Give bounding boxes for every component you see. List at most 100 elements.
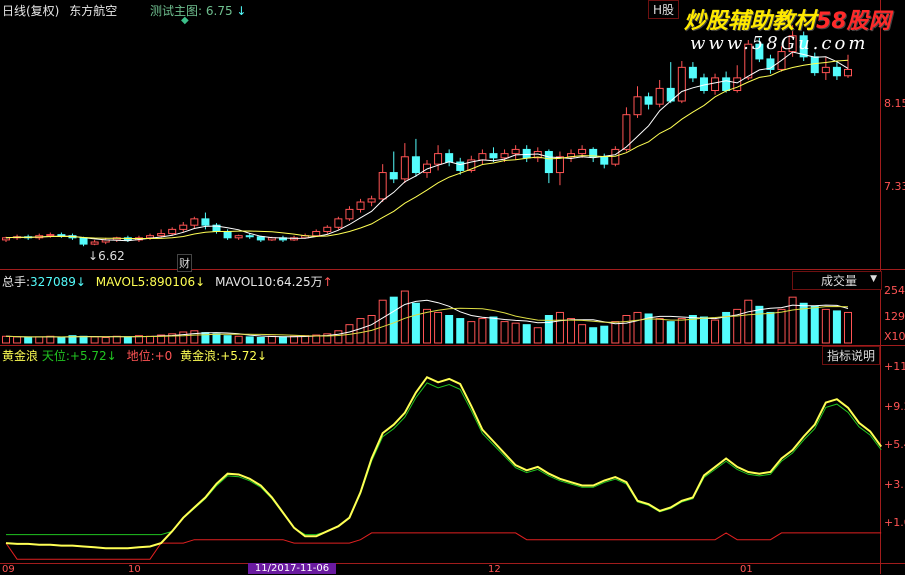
volume-bar — [179, 331, 188, 344]
arrow-down-icon: ↓ — [106, 349, 117, 363]
candle-body — [478, 153, 487, 161]
h-share-button[interactable]: H股 — [648, 0, 680, 19]
date-label-4: 12 — [488, 564, 501, 575]
candle-body — [832, 66, 841, 77]
volume-bar — [57, 337, 66, 344]
volume-bar — [788, 296, 797, 344]
candle-body — [810, 56, 819, 74]
candle-body — [733, 77, 742, 91]
volume-tick-3: X10 — [884, 330, 905, 343]
volume-bar — [434, 311, 443, 344]
volume-bar — [234, 335, 243, 344]
volume-bar — [334, 330, 343, 344]
diwei-label: 地位: — [126, 349, 155, 363]
volume-bar — [699, 316, 708, 344]
indicator-help-button[interactable]: 指标说明 — [822, 346, 881, 365]
candle-body — [655, 87, 664, 105]
volume-bar — [810, 305, 819, 344]
price-ma10-line — [5, 59, 849, 239]
period-label[interactable]: 日线(复权) — [2, 4, 59, 18]
volume-bar — [677, 318, 686, 344]
candle-body — [46, 234, 55, 237]
stock-name: 东方航空 — [69, 4, 118, 18]
candle-body — [456, 161, 465, 171]
date-label-1: 09 — [2, 564, 15, 575]
diamond-marker-icon: ◆ — [181, 15, 189, 26]
volume-bar — [567, 318, 576, 344]
indicator-tick-5: +1.0 — [884, 516, 905, 529]
total-volume-value: 327089 — [30, 275, 76, 289]
volume-bar — [655, 318, 664, 344]
candle-body — [345, 208, 354, 220]
huangjin-value: +5.72 — [220, 349, 257, 363]
volume-bar — [35, 336, 44, 344]
diwei-value: +0 — [154, 349, 173, 363]
volume-bar — [478, 318, 487, 344]
candle-body — [389, 172, 398, 180]
volume-bar — [146, 335, 155, 344]
candle-body — [168, 228, 177, 235]
candle-body — [500, 153, 509, 159]
price-ma5-line — [5, 51, 849, 242]
date-label-2: 10 — [128, 564, 141, 575]
indicator-name[interactable]: 黄金浪 — [2, 349, 38, 363]
volume-bar — [190, 330, 199, 344]
volume-bar — [522, 324, 531, 344]
candle-body — [323, 226, 332, 232]
candle-body — [511, 148, 520, 155]
volume-bar — [844, 311, 852, 344]
watermark-brand: 58股网 — [816, 9, 891, 34]
low-price-label: ↓6.62 — [88, 249, 125, 263]
date-label-5: 01 — [740, 564, 753, 575]
volume-bar — [2, 335, 10, 344]
volume-bar — [90, 336, 99, 344]
volume-bar — [633, 311, 642, 344]
main-chart-name: 测试主图: — [150, 4, 203, 18]
volume-bar — [544, 315, 553, 344]
candle-body — [821, 66, 830, 74]
volume-bar — [555, 311, 564, 344]
mavol5-label: MAVOL5: — [95, 275, 150, 289]
watermark-title: 炒股辅助教材 — [684, 9, 817, 34]
main-chart-indicator[interactable]: 测试主图: 6.75 ↓ — [150, 2, 246, 19]
volume-bar — [533, 327, 542, 344]
candle-body — [445, 153, 454, 163]
arrow-down-icon: ↓ — [256, 349, 268, 363]
volume-bar — [744, 299, 753, 344]
indicator-tick-2: +9.2 — [884, 400, 905, 413]
mavol5-value: 890106 — [149, 275, 196, 289]
volume-bar — [212, 333, 221, 344]
huangjin-line — [5, 375, 883, 550]
candle-body — [234, 235, 243, 239]
finance-marker[interactable]: 财 — [177, 254, 192, 272]
candle-body — [633, 96, 642, 116]
volume-bar — [578, 324, 587, 344]
chart-header: 日线(复权) 东方航空 — [2, 2, 117, 19]
candle-body — [522, 148, 531, 159]
candle-body — [57, 234, 66, 237]
volume-bar — [256, 337, 265, 344]
watermark: 炒股辅助教材58股网 — [684, 3, 891, 35]
mavol10-value: 64.25万 — [276, 275, 323, 289]
candle-body — [544, 151, 553, 174]
indicator-tick-3: +5.4 — [884, 438, 905, 451]
arrow-down-icon: ↓ — [75, 275, 86, 289]
volume-bar — [589, 327, 598, 344]
volume-bar — [489, 316, 498, 344]
volume-bar — [456, 318, 465, 344]
volume-bar — [245, 336, 254, 344]
indicator-tick-4: +3. — [884, 478, 904, 491]
volume-bar — [13, 336, 22, 344]
volume-indicator-dropdown[interactable]: 成交量 ▼ — [792, 271, 882, 290]
tianwei-label: 天位: — [41, 349, 70, 363]
volume-bar — [600, 325, 609, 344]
candle-body — [201, 218, 210, 226]
diwei-line — [5, 532, 882, 560]
candle-body — [179, 224, 188, 230]
candle-body — [489, 153, 498, 159]
main-chart-value: 6.75 — [205, 4, 233, 18]
volume-bar — [766, 311, 775, 344]
arrow-down-icon: ↓ — [236, 4, 247, 18]
volume-bar — [123, 336, 132, 344]
candle-body — [555, 156, 564, 174]
